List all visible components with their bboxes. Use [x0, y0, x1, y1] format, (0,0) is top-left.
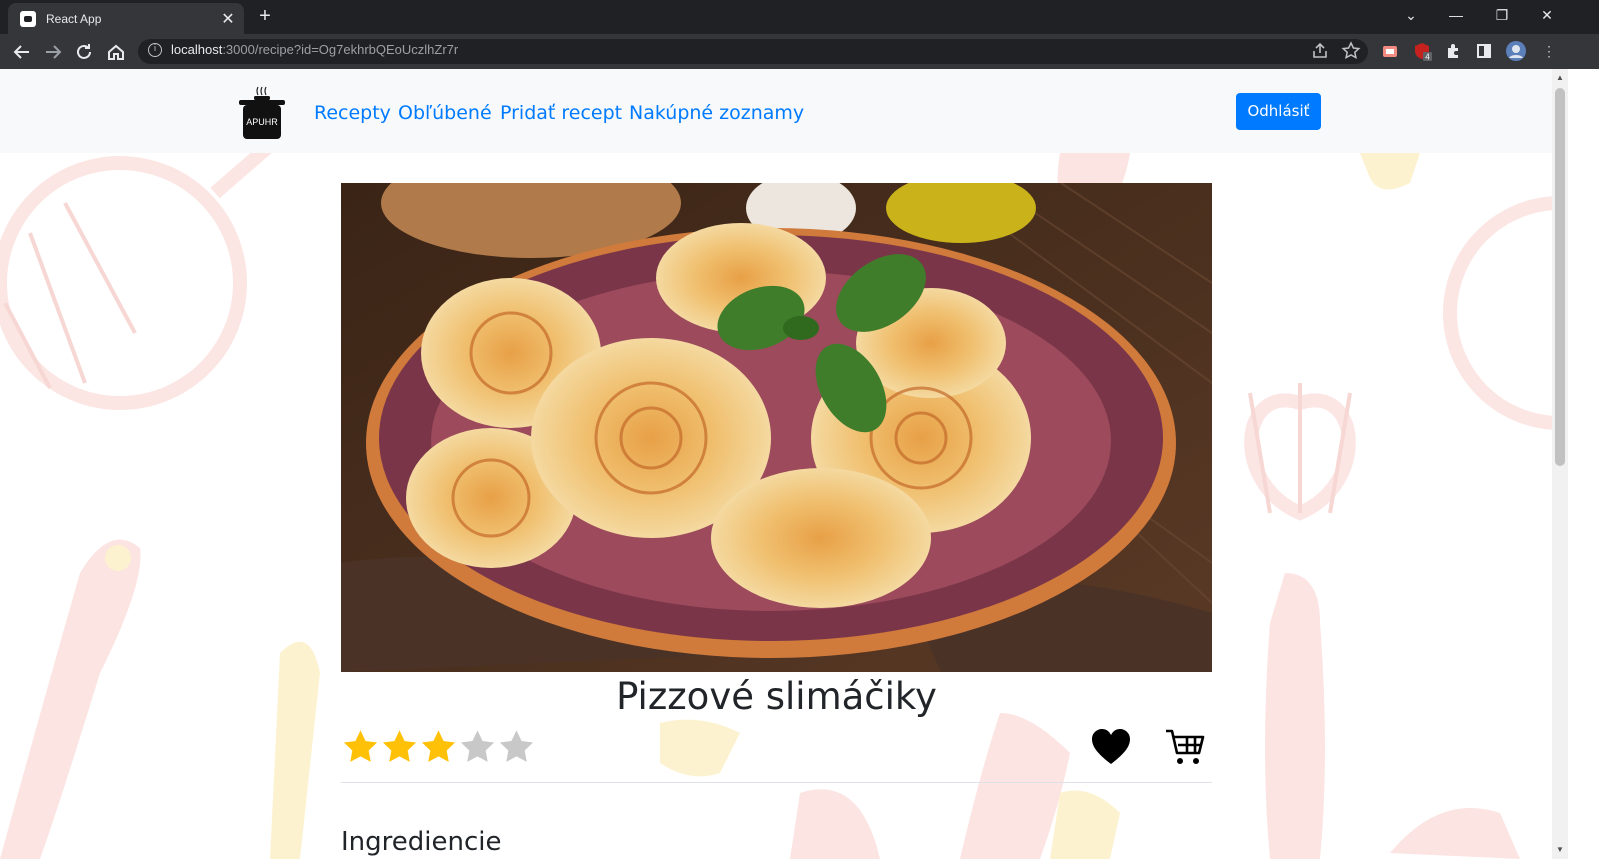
tab-close-icon[interactable]: ✕: [218, 9, 238, 29]
bookmark-star-icon[interactable]: [1340, 40, 1362, 62]
menu-icon[interactable]: ⋮: [1538, 40, 1560, 62]
nav-link-pridat-recept[interactable]: Pridať recept: [500, 102, 622, 124]
scroll-up-icon[interactable]: ▲: [1555, 73, 1565, 82]
cart-icon[interactable]: [1164, 727, 1206, 767]
logo-pot-icon[interactable]: APUHR: [238, 85, 286, 143]
rating-stars[interactable]: [341, 727, 536, 767]
star-icon[interactable]: [497, 727, 536, 767]
window-edge: [1568, 69, 1599, 859]
recipe-title: Pizzové slimáčiky: [616, 675, 937, 718]
browser-tab-strip: React App ✕ + ⌄ — ❐ ✕: [0, 0, 1599, 34]
star-icon[interactable]: [458, 727, 497, 767]
react-favicon-icon: [20, 10, 36, 27]
sidepanel-icon[interactable]: [1473, 40, 1495, 62]
url-path: :3000/recipe?id=Og7ekhrbQEoUczlhZr7r: [222, 42, 459, 57]
section-divider: [341, 782, 1212, 783]
back-icon[interactable]: [8, 38, 36, 66]
tab-search-icon[interactable]: ⌄: [1388, 0, 1434, 30]
info-icon[interactable]: i: [148, 43, 162, 57]
url-host: localhost: [171, 42, 223, 57]
nav-link-oblubene[interactable]: Obľúbené: [398, 102, 492, 124]
logo-text: APUHR: [246, 117, 278, 127]
star-icon[interactable]: [380, 727, 419, 767]
star-icon[interactable]: [341, 727, 380, 767]
forward-icon[interactable]: [39, 38, 67, 66]
url-text[interactable]: localhost:3000/recipe?id=Og7ekhrbQEoUczl…: [171, 42, 458, 57]
scrollbar-thumb[interactable]: [1555, 88, 1565, 466]
extension-badge: 4: [1425, 53, 1430, 62]
nav-link-nakupne-zoznamy[interactable]: Nakúpné zoznamy: [629, 102, 804, 124]
ublock-icon[interactable]: 4: [1411, 40, 1433, 62]
extension-gift-icon[interactable]: [1379, 40, 1401, 62]
recipe-photo: [341, 183, 1212, 672]
restore-button[interactable]: ❐: [1479, 0, 1525, 30]
profile-icon[interactable]: [1505, 40, 1527, 62]
site-navbar: APUHR Recepty Obľúbené Pridať recept Nak…: [0, 69, 1552, 153]
reload-icon[interactable]: [70, 38, 98, 66]
logout-button[interactable]: Odhlásiť: [1236, 93, 1321, 130]
close-window-button[interactable]: ✕: [1524, 0, 1570, 30]
nav-link-recepty[interactable]: Recepty: [314, 102, 391, 124]
tab-title: React App: [46, 11, 102, 26]
share-icon[interactable]: [1309, 40, 1331, 62]
browser-tab[interactable]: React App ✕: [8, 3, 244, 34]
ingredients-heading: Ingrediencie: [341, 827, 502, 857]
extensions-icon[interactable]: [1442, 40, 1464, 62]
home-icon[interactable]: [102, 38, 130, 66]
page-viewport: APUHR Recepty Obľúbené Pridať recept Nak…: [0, 69, 1552, 859]
scroll-down-icon[interactable]: ▼: [1555, 845, 1565, 854]
heart-icon[interactable]: [1090, 728, 1132, 766]
star-icon[interactable]: [419, 727, 458, 767]
new-tab-button[interactable]: +: [254, 5, 276, 27]
minimize-button[interactable]: —: [1433, 0, 1479, 30]
